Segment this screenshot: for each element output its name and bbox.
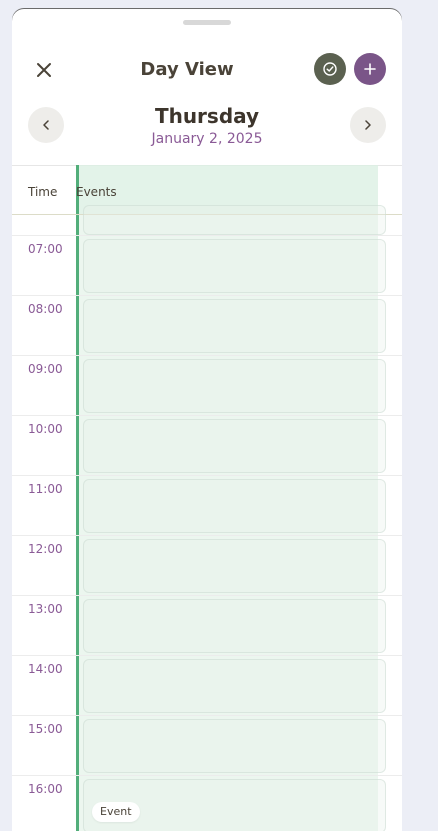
chevron-right-icon bbox=[365, 120, 371, 130]
time-slot[interactable] bbox=[83, 479, 386, 533]
hour-label: 09:00 bbox=[28, 362, 63, 376]
time-slot[interactable] bbox=[83, 299, 386, 353]
plus-icon bbox=[364, 63, 376, 75]
day-name: Thursday bbox=[154, 104, 260, 128]
hour-rule bbox=[12, 595, 402, 596]
time-slot[interactable] bbox=[83, 719, 386, 773]
hour-rule bbox=[12, 655, 402, 656]
hour-label: 12:00 bbox=[28, 542, 63, 556]
hour-row: 07:00 bbox=[12, 235, 402, 295]
hour-rule bbox=[12, 715, 402, 716]
hour-rule bbox=[12, 415, 402, 416]
hour-rule bbox=[12, 775, 402, 776]
page-title: Day View bbox=[140, 59, 234, 80]
hour-row: 12:00 bbox=[12, 535, 402, 595]
time-slot[interactable] bbox=[83, 359, 386, 413]
hour-row: 10:00 bbox=[12, 415, 402, 475]
hour-rule bbox=[12, 475, 402, 476]
hour-rule bbox=[12, 295, 402, 296]
events-column-header: Events bbox=[76, 185, 117, 199]
hour-label: 16:00 bbox=[28, 782, 63, 796]
hour-label: 15:00 bbox=[28, 722, 63, 736]
hour-label: 07:00 bbox=[28, 242, 63, 256]
hour-label: 14:00 bbox=[28, 662, 63, 676]
complete-button[interactable] bbox=[314, 53, 346, 85]
check-circle-icon bbox=[323, 62, 337, 76]
time-slot[interactable] bbox=[83, 205, 386, 235]
hour-row: 14:00 bbox=[12, 655, 402, 715]
time-slot[interactable] bbox=[83, 419, 386, 473]
day-date: January 2, 2025 bbox=[151, 131, 263, 147]
event-label[interactable]: Event bbox=[92, 802, 140, 822]
day-view-sheet: Day View Thursday January 2, 2025 Time E… bbox=[12, 9, 402, 831]
time-slot[interactable] bbox=[83, 239, 386, 293]
hour-rule bbox=[12, 355, 402, 356]
hour-row: 09:00 bbox=[12, 355, 402, 415]
hour-row: 16:00 bbox=[12, 775, 402, 831]
hour-row: 11:00 bbox=[12, 475, 402, 535]
hour-row: 13:00 bbox=[12, 595, 402, 655]
hour-rule bbox=[12, 535, 402, 536]
add-event-button[interactable] bbox=[354, 53, 386, 85]
hour-label: 08:00 bbox=[28, 302, 63, 316]
time-column-header: Time bbox=[28, 185, 58, 199]
next-day-button[interactable] bbox=[350, 107, 386, 143]
hour-row: 08:00 bbox=[12, 295, 402, 355]
hour-row: 15:00 bbox=[12, 715, 402, 775]
hour-rule bbox=[12, 235, 402, 236]
time-slot[interactable] bbox=[83, 659, 386, 713]
hour-label: 13:00 bbox=[28, 602, 63, 616]
hour-label: 10:00 bbox=[28, 422, 63, 436]
hour-label: 11:00 bbox=[28, 482, 63, 496]
time-slot[interactable] bbox=[83, 599, 386, 653]
drag-handle[interactable] bbox=[183, 20, 231, 25]
time-slot[interactable] bbox=[83, 539, 386, 593]
